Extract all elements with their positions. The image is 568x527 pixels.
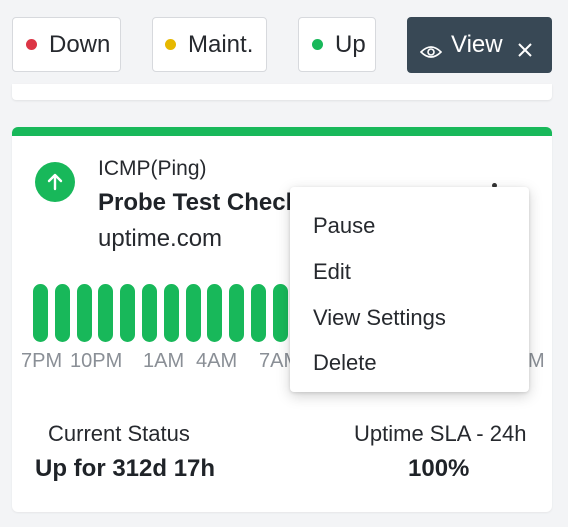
uptime-sla-label: Uptime SLA - 24h bbox=[354, 421, 527, 446]
filter-chip-label: Down bbox=[49, 30, 111, 58]
status-color-bar bbox=[12, 127, 552, 136]
menu-item-edit[interactable]: Edit bbox=[313, 259, 351, 285]
uptime-bar[interactable] bbox=[98, 284, 114, 342]
uptime-bar[interactable] bbox=[33, 284, 48, 342]
status-indicator bbox=[35, 162, 75, 202]
uptime-bar[interactable] bbox=[185, 284, 201, 342]
status-filter-bar: Down Maint. Up View bbox=[0, 0, 568, 92]
uptime-bar[interactable] bbox=[251, 284, 266, 342]
time-tick: 4AM bbox=[196, 350, 238, 372]
menu-item-pause[interactable]: Pause bbox=[313, 213, 375, 239]
menu-item-view-settings[interactable]: View Settings bbox=[313, 305, 446, 331]
view-chip-label: View bbox=[451, 31, 503, 58]
maint-dot-icon bbox=[165, 39, 176, 50]
filter-chip-label: Maint. bbox=[188, 30, 254, 58]
check-type: ICMP(Ping) bbox=[98, 157, 207, 180]
close-icon[interactable] bbox=[517, 37, 533, 57]
current-status-value: Up for 312d 17h bbox=[35, 455, 216, 482]
uptime-bar[interactable] bbox=[163, 284, 179, 342]
uptime-bar[interactable] bbox=[272, 284, 288, 342]
menu-item-delete[interactable]: Delete bbox=[313, 350, 377, 376]
up-dot-icon bbox=[312, 39, 323, 50]
check-domain: uptime.com bbox=[98, 225, 223, 252]
uptime-bar[interactable] bbox=[120, 284, 136, 342]
time-tick: 1AM bbox=[143, 350, 185, 372]
filter-chip-label: Up bbox=[335, 30, 366, 58]
uptime-bar[interactable] bbox=[54, 284, 70, 342]
time-tick: 7PM bbox=[21, 350, 63, 372]
down-dot-icon bbox=[26, 39, 37, 50]
uptime-bar[interactable] bbox=[142, 284, 157, 342]
eye-icon bbox=[419, 38, 443, 58]
check-name[interactable]: Probe Test Check bbox=[98, 189, 298, 217]
view-filter-chip[interactable]: View bbox=[407, 17, 552, 73]
uptime-bar[interactable] bbox=[76, 284, 92, 342]
check-options-menu: Pause Edit View Settings Delete bbox=[290, 187, 529, 392]
uptime-bar[interactable] bbox=[207, 284, 223, 342]
filter-chip-down[interactable]: Down bbox=[12, 17, 121, 72]
previous-check-card bbox=[12, 84, 552, 100]
filter-chip-up[interactable]: Up bbox=[298, 17, 376, 72]
arrow-up-icon bbox=[46, 173, 64, 191]
current-status-label: Current Status bbox=[48, 421, 190, 446]
filter-chip-maint[interactable]: Maint. bbox=[152, 17, 267, 72]
time-tick: M bbox=[528, 350, 545, 372]
time-tick: 10PM bbox=[70, 350, 123, 372]
uptime-bar[interactable] bbox=[229, 284, 245, 342]
uptime-sla-value: 100% bbox=[408, 455, 470, 482]
